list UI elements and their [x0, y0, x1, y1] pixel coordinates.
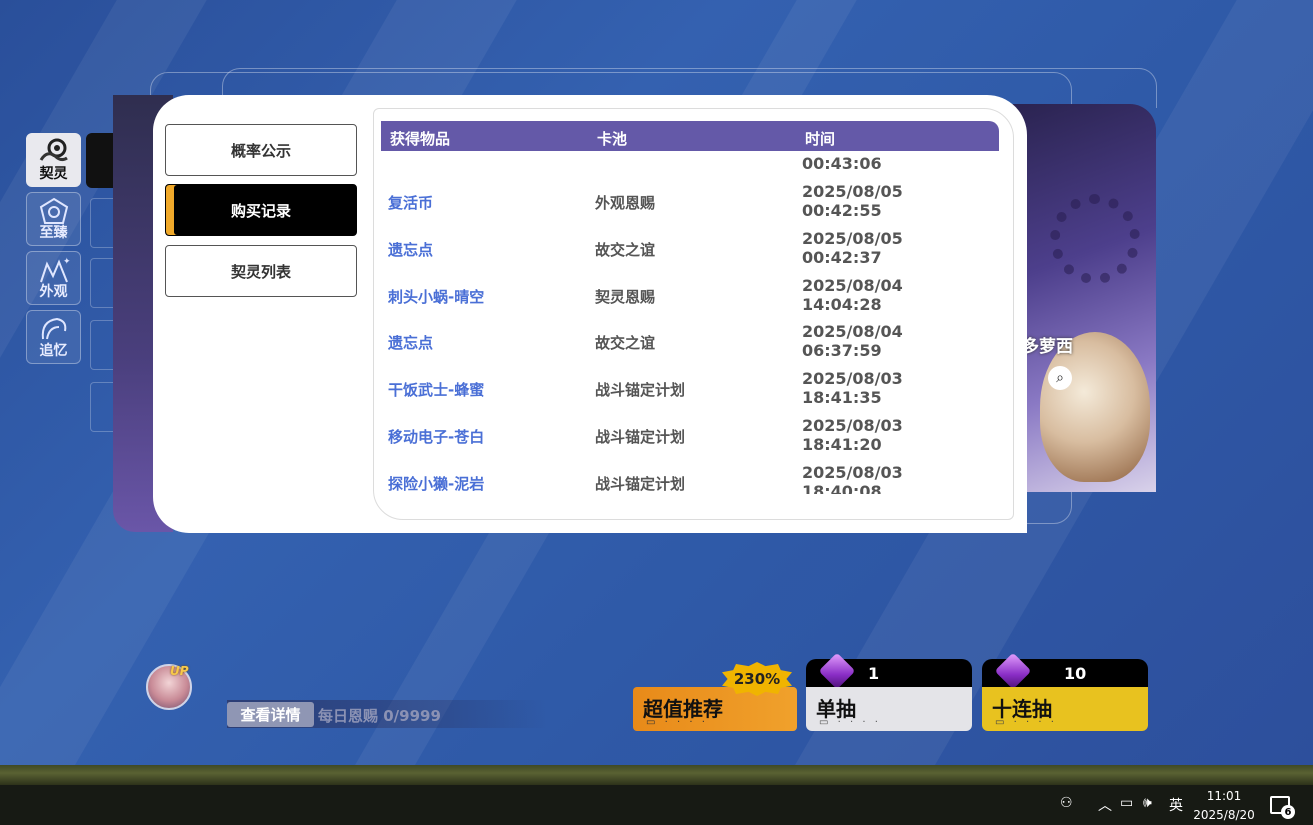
pool-cell: 战斗锚定计划 [595, 475, 686, 493]
table-row: 干饭武士-蜂蜜 战斗锚定计划 2025/08/03 18:41:35 [381, 367, 999, 414]
time-cell: 00:43:06 [802, 154, 882, 173]
table-row: 刺头小蜗-晴空 契灵恩赐 2025/08/04 14:04:28 [381, 274, 999, 321]
time-cell: 2025/08/05 00:42:37 [802, 229, 903, 267]
promo-card[interactable]: 超值推荐 ▭ · · · · [633, 687, 797, 731]
item-cell[interactable]: 刺头小蜗-晴空 [388, 286, 484, 307]
pool-cell: 战斗锚定计划 [595, 381, 686, 399]
table-header: 获得物品 卡池 时间 [381, 121, 999, 151]
spirit-list-label: 契灵列表 [230, 262, 291, 281]
pool-cell: 契灵恩赐 [595, 288, 656, 306]
gem-icon [994, 652, 1032, 690]
spirit-list-button[interactable]: 契灵列表 [165, 245, 357, 297]
view-details-button[interactable]: 查看详情 [227, 702, 314, 727]
single-draw-button[interactable]: 单抽 ▭ · · · · [806, 687, 972, 731]
network-icon[interactable]: ▭ [1120, 795, 1133, 811]
windows-taskbar [0, 785, 1313, 825]
ghost-tab [90, 320, 114, 370]
volume-icon[interactable]: 🕪 [1143, 795, 1152, 811]
time-cell: 2025/08/03 18:41:20 [802, 416, 903, 454]
single-draw-dots: ▭ · · · · [819, 717, 881, 728]
probability-label: 概率公示 [230, 141, 291, 160]
item-cell[interactable]: 遗忘点 [388, 332, 433, 353]
history-table-body[interactable]: 00:43:06 复活币 外观恩赐 2025/08/05 00:42:55 遗忘点… [381, 151, 999, 494]
character-name: 多萝西 [1022, 337, 1073, 357]
item-cell[interactable]: 移动电子-苍白 [388, 426, 484, 447]
single-draw-cost: 1 [806, 652, 972, 690]
header-pool: 卡池 [597, 130, 628, 148]
gem-icon [818, 652, 856, 690]
nav-shadow-strip [86, 133, 116, 188]
item-cell[interactable]: 复活币 [388, 192, 433, 213]
view-details-label: 查看详情 [240, 706, 301, 724]
promo-dots: ▭ · · · · [646, 717, 708, 728]
chevron-up-icon[interactable]: ︿ [1098, 795, 1112, 815]
time-cell: 2025/08/04 14:04:28 [802, 276, 903, 314]
taskbar-clock[interactable]: 11:01 2025/8/20 [1190, 787, 1258, 825]
table-row: 移动电子-苍白 战斗锚定计划 2025/08/03 18:41:20 [381, 414, 999, 461]
time-cell: 2025/08/03 18:41:35 [802, 369, 903, 407]
nav-item-contract-spirit[interactable]: 契灵 [26, 133, 81, 187]
up-badge: UP [170, 664, 189, 678]
ten-draw-button[interactable]: 十连抽 ▭ · · · · [982, 687, 1148, 731]
clock-date: 2025/8/20 [1193, 808, 1255, 822]
time-cell: 2025/08/03 18:40:08 [802, 463, 903, 494]
side-navigation: 契灵 至臻 ✦ 外观 追忆 [26, 133, 81, 369]
ten-draw-count: 10 [1064, 664, 1087, 683]
daily-grant-counter: 每日恩赐 0/9999 [318, 707, 441, 725]
nav-item-memory[interactable]: 追忆 [26, 310, 81, 364]
svg-text:✦: ✦ [63, 257, 71, 267]
people-icon[interactable]: ⚇ [1060, 795, 1073, 811]
item-cell[interactable]: 探险小獭-泥岩 [388, 473, 484, 494]
ten-draw-cost: 10 [982, 652, 1148, 690]
landscape-strip [0, 765, 1313, 785]
table-row: 探险小獭-泥岩 战斗锚定计划 2025/08/03 18:40:08 [381, 461, 999, 494]
table-row: 遗忘点 故交之谊 2025/08/05 00:42:37 [381, 227, 999, 274]
table-row: 复活币 外观恩赐 2025/08/05 00:42:55 [381, 180, 999, 227]
ghost-tab [90, 382, 114, 432]
ghost-tab [90, 198, 114, 248]
search-icon[interactable]: ⌕ [1048, 366, 1072, 390]
item-cell[interactable]: 干饭武士-蜂蜜 [388, 379, 484, 400]
pool-cell: 外观恩赐 [595, 194, 656, 212]
header-time: 时间 [805, 130, 836, 148]
time-cell: 2025/08/05 00:42:55 [802, 182, 903, 220]
ten-draw-dots: ▭ · · · · [995, 717, 1057, 728]
memory-icon [41, 317, 66, 340]
nav-item-appearance[interactable]: ✦ 外观 [26, 251, 81, 305]
header-item: 获得物品 [390, 130, 451, 148]
pool-cell: 故交之谊 [595, 241, 656, 259]
time-cell: 2025/08/04 06:37:59 [802, 322, 903, 360]
promo-badge-text: 230% [733, 670, 781, 688]
character-art-panel: 多萝西 ⌕ [1010, 104, 1156, 492]
item-cell[interactable]: 遗忘点 [388, 239, 433, 260]
pool-cell: 故交之谊 [595, 334, 656, 352]
purchase-history-button[interactable]: 购买记录 [165, 184, 357, 236]
notification-count: 6 [1281, 805, 1295, 819]
contract-spirit-icon [39, 138, 68, 162]
gear-decoration [1050, 194, 1140, 284]
supreme-emblem-icon [39, 197, 68, 224]
clock-time: 11:01 [1206, 789, 1242, 803]
nav-item-supreme[interactable]: 至臻 [26, 192, 81, 246]
ghost-tab [90, 258, 114, 308]
probability-button[interactable]: 概率公示 [165, 124, 357, 176]
pool-cell: 战斗锚定计划 [595, 428, 686, 446]
single-draw-count: 1 [868, 664, 880, 683]
ime-indicator[interactable]: 英 [1169, 795, 1183, 815]
appearance-icon: ✦ [39, 257, 71, 283]
table-row: 遗忘点 故交之谊 2025/08/04 06:37:59 [381, 320, 999, 367]
purchase-history-label: 购买记录 [230, 201, 291, 220]
